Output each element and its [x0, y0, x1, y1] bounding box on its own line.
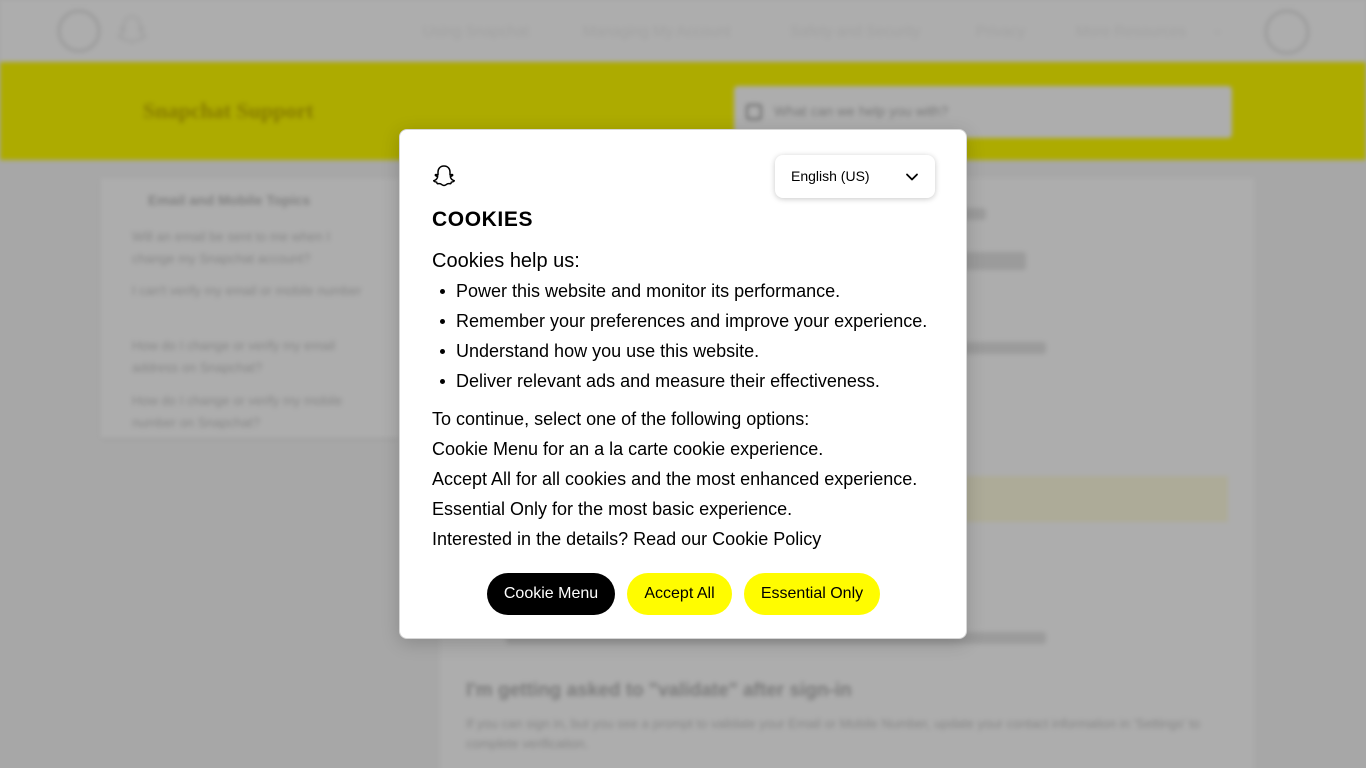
snapchat-ghost-icon — [432, 165, 456, 187]
instruction-line: Essential Only for the most basic experi… — [432, 499, 793, 519]
language-select[interactable]: English (US) — [775, 155, 935, 198]
bullet-icon — [440, 349, 445, 354]
cookie-purpose-list: Power this website and monitor its perfo… — [432, 276, 952, 396]
dialog-instructions: To continue, select one of the following… — [432, 404, 952, 554]
list-item-text: Remember your preferences and improve yo… — [456, 311, 928, 331]
accept-all-button[interactable]: Accept All — [627, 573, 732, 615]
cookie-menu-button[interactable]: Cookie Menu — [487, 573, 615, 615]
list-item: Power this website and monitor its perfo… — [432, 276, 952, 306]
list-item-text: Understand how you use this website. — [456, 341, 760, 361]
essential-only-button[interactable]: Essential Only — [744, 573, 880, 615]
dialog-actions: Cookie Menu Accept All Essential Only — [400, 573, 968, 615]
instruction-line: Accept All for all cookies and the most … — [432, 469, 918, 489]
instruction-line: Cookie Menu for an a la carte cookie exp… — [432, 439, 824, 459]
dialog-title: COOKIES — [432, 208, 534, 231]
list-item-text: Power this website and monitor its perfo… — [456, 281, 841, 301]
list-item-text: Deliver relevant ads and measure their e… — [456, 371, 880, 391]
instruction-line: To continue, select one of the following… — [432, 409, 810, 429]
cookie-policy-line[interactable]: Interested in the details? Read our Cook… — [432, 524, 952, 554]
bullet-icon — [440, 379, 445, 384]
cookie-dialog: English (US) COOKIES Cookies help us: Po… — [399, 129, 967, 639]
dialog-intro: Cookies help us: — [432, 250, 580, 272]
bullet-icon — [440, 319, 445, 324]
list-item: Understand how you use this website. — [432, 336, 952, 366]
language-selected: English (US) — [791, 168, 870, 184]
chevron-down-icon — [906, 173, 918, 181]
list-item: Deliver relevant ads and measure their e… — [432, 366, 952, 396]
bullet-icon — [440, 289, 445, 294]
list-item: Remember your preferences and improve yo… — [432, 306, 952, 336]
